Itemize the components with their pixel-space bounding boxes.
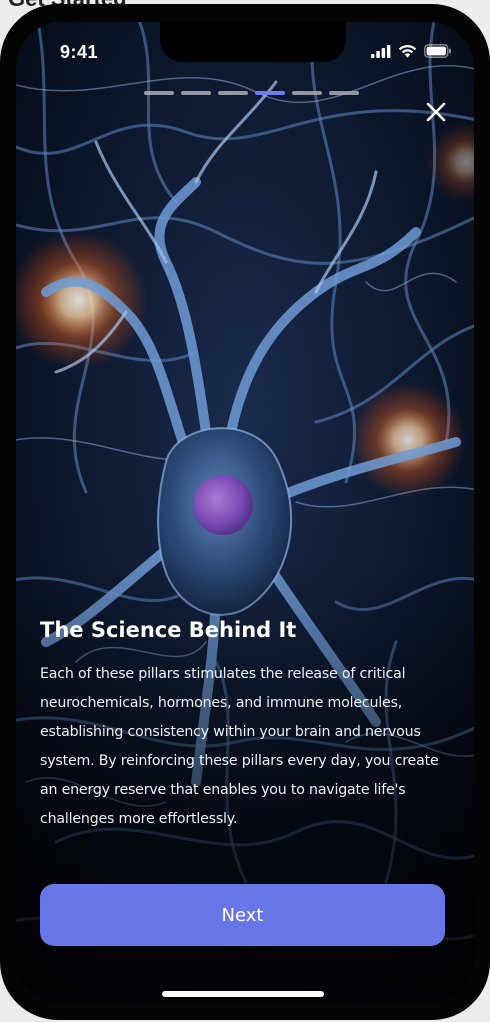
cellular-signal-icon bbox=[371, 44, 391, 58]
slide-content: The Science Behind It Each of these pill… bbox=[40, 618, 452, 834]
slide-body: Each of these pillars stimulates the rel… bbox=[40, 666, 439, 827]
close-icon bbox=[426, 102, 446, 122]
status-time: 9:41 bbox=[60, 42, 99, 62]
progress-step bbox=[292, 91, 322, 95]
onboarding-screen: 9:41 The Science Behind It Each of these… bbox=[16, 22, 474, 1004]
home-indicator bbox=[162, 991, 324, 997]
wifi-icon bbox=[398, 44, 417, 58]
slide-title: The Science Behind It bbox=[40, 618, 297, 642]
progress-step bbox=[181, 91, 211, 95]
phone-frame: 9:41 The Science Behind It Each of these… bbox=[0, 4, 490, 1020]
progress-step bbox=[218, 91, 248, 95]
progress-step bbox=[144, 91, 174, 95]
progress-step-active bbox=[255, 91, 285, 95]
next-button[interactable]: Next bbox=[40, 884, 445, 946]
progress-step bbox=[329, 91, 359, 95]
battery-icon bbox=[424, 44, 451, 58]
status-icons bbox=[371, 44, 452, 58]
device-notch bbox=[160, 22, 346, 62]
close-button[interactable] bbox=[424, 100, 448, 124]
neuron-background-image bbox=[16, 22, 474, 1004]
onboarding-progress bbox=[144, 91, 359, 95]
